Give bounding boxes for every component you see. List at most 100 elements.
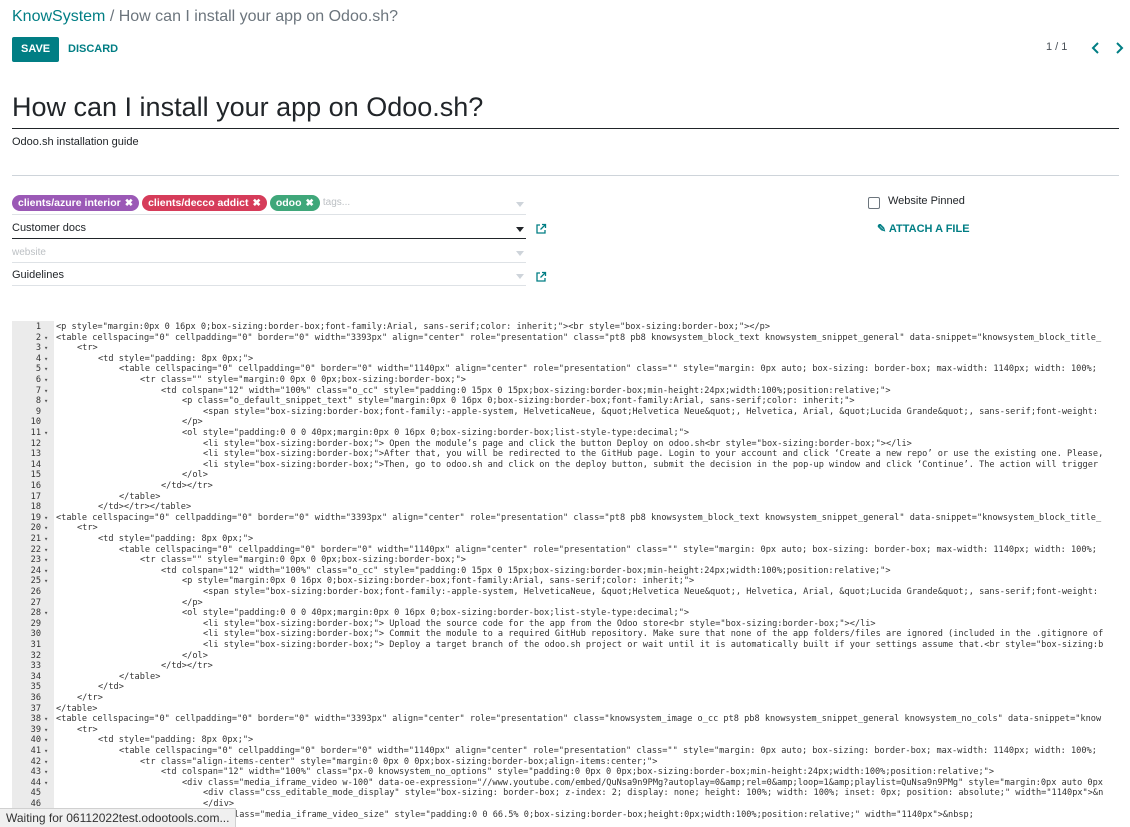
- fold-toggle-icon[interactable]: ▾: [44, 386, 48, 397]
- code-line[interactable]: 43 ▾ <td colspan="12" width="100%" class="…: [12, 767, 1119, 778]
- code-line[interactable]: 37 </table>: [12, 704, 1119, 715]
- code-line[interactable]: 44 ▾ <div class="media_iframe_video w-100"…: [12, 778, 1119, 789]
- code-line[interactable]: 17 </table>: [12, 492, 1119, 503]
- fold-toggle-icon[interactable]: ▾: [44, 725, 48, 736]
- code-line[interactable]: 22 ▾ <table cellspacing="0" cellpadding="0…: [12, 545, 1119, 556]
- code-line[interactable]: 20 ▾ <tr>: [12, 523, 1119, 534]
- attach-file-button[interactable]: ✎ ATTACH A FILE: [877, 222, 970, 235]
- code-line[interactable]: 41 ▾ <table cellspacing="0" cellpadding="0…: [12, 746, 1119, 757]
- line-number: 23: [30, 555, 41, 566]
- code-line[interactable]: 29 <li style="box-sizing:border-box;"> Up…: [12, 619, 1119, 630]
- code-editor[interactable]: 1 <p style="margin:0px 0 16px 0;box-sizin…: [12, 321, 1119, 827]
- chevron-down-icon[interactable]: [516, 202, 524, 207]
- code-line[interactable]: 16 </td></tr>: [12, 481, 1119, 492]
- fold-toggle-icon[interactable]: ▾: [44, 354, 48, 365]
- breadcrumb-root-link[interactable]: KnowSystem: [12, 8, 105, 25]
- fold-toggle-icon[interactable]: ▾: [44, 778, 48, 789]
- discard-button[interactable]: DISCARD: [68, 37, 118, 62]
- tags-input[interactable]: tags...: [323, 197, 350, 208]
- code-line[interactable]: 31 <li style="box-sizing:border-box;"> De…: [12, 640, 1119, 651]
- category-field[interactable]: Guidelines: [12, 267, 526, 286]
- fold-toggle-icon[interactable]: ▾: [44, 555, 48, 566]
- pager-next-button[interactable]: [1112, 38, 1126, 58]
- code-line[interactable]: 34 </table>: [12, 672, 1119, 683]
- code-line[interactable]: 8 ▾ <p class="o_default_snippet_text" styl…: [12, 396, 1119, 407]
- fold-toggle-icon[interactable]: ▾: [44, 566, 48, 577]
- code-line[interactable]: 10 </p>: [12, 417, 1119, 428]
- fold-toggle-icon[interactable]: ▾: [44, 576, 48, 587]
- code-line[interactable]: 1 <p style="margin:0px 0 16px 0;box-sizin…: [12, 322, 1119, 333]
- fold-toggle-icon[interactable]: ▾: [44, 608, 48, 619]
- code-line[interactable]: 45 <div class="css_editable_mode_display"…: [12, 788, 1119, 799]
- tags-field[interactable]: clients/azure interior ✖ clients/decco add…: [12, 194, 526, 215]
- code-line[interactable]: 14 <li style="box-sizing:border-box;">The…: [12, 460, 1119, 471]
- website-pinned-checkbox[interactable]: [868, 197, 880, 209]
- fold-toggle-icon[interactable]: ▾: [44, 746, 48, 757]
- code-line[interactable]: 24 ▾ <td colspan="12" width="100%" class="…: [12, 566, 1119, 577]
- code-text: </table>: [119, 671, 161, 682]
- code-line[interactable]: 13 <li style="box-sizing:border-box;">Aft…: [12, 449, 1119, 460]
- article-description[interactable]: Odoo.sh installation guide: [12, 136, 139, 148]
- status-bar: Waiting for 06112022test.odootools.com..…: [0, 808, 237, 827]
- fold-toggle-icon[interactable]: ▾: [44, 364, 48, 375]
- code-line[interactable]: 42 ▾ <tr class="align-items-center" style=…: [12, 757, 1119, 768]
- code-line[interactable]: 28 ▾ <ol style="padding:0 0 0 40px;margin:…: [12, 608, 1119, 619]
- code-line[interactable]: 38 ▾ <table cellspacing="0" cellpadding="0…: [12, 714, 1119, 725]
- code-line[interactable]: 27 </p>: [12, 598, 1119, 609]
- code-text: </tr>: [77, 693, 103, 703]
- article-title-input[interactable]: How can I install your app on Odoo.sh?: [12, 92, 1119, 129]
- code-line[interactable]: 7 ▾ <td colspan="12" width="100%" class="o…: [12, 386, 1119, 397]
- remove-tag-icon[interactable]: ✖: [252, 198, 260, 209]
- code-line[interactable]: 5 ▾ <table cellspacing="0" cellpadding="0"…: [12, 364, 1119, 375]
- fold-toggle-icon[interactable]: ▾: [44, 523, 48, 534]
- code-line[interactable]: 32 </ol>: [12, 651, 1119, 662]
- code-line[interactable]: 21 ▾ <td style="padding: 8px 0px;">: [12, 534, 1119, 545]
- fold-toggle-icon[interactable]: ▾: [44, 767, 48, 778]
- fold-toggle-icon[interactable]: ▾: [44, 534, 48, 545]
- fold-toggle-icon[interactable]: ▾: [44, 735, 48, 746]
- code-line[interactable]: 26 <span style="box-sizing:border-box;fon…: [12, 587, 1119, 598]
- code-line[interactable]: 39 ▾ <tr>: [12, 725, 1119, 736]
- code-line[interactable]: 4 ▾ <td style="padding: 8px 0px;">: [12, 354, 1119, 365]
- code-text: <td style="padding: 8px 0px;">: [98, 353, 254, 364]
- code-line[interactable]: 15 </ol>: [12, 470, 1119, 481]
- code-line[interactable]: 18 </td></tr></table>: [12, 502, 1119, 513]
- code-line[interactable]: 19 ▾ <table cellspacing="0" cellpadding="0…: [12, 513, 1119, 524]
- fold-toggle-icon[interactable]: ▾: [44, 545, 48, 556]
- code-line[interactable]: 40 ▾ <td style="padding: 8px 0px;">: [12, 735, 1119, 746]
- fold-toggle-icon[interactable]: ▾: [44, 396, 48, 407]
- code-line[interactable]: 25 ▾ <p style="margin:0px 0 16px 0;box-siz…: [12, 576, 1119, 587]
- pager-previous-button[interactable]: [1089, 38, 1103, 58]
- external-link-icon[interactable]: [535, 222, 547, 234]
- line-number: 5: [35, 364, 41, 375]
- section-field[interactable]: Customer docs: [12, 220, 526, 239]
- code-line[interactable]: 11 ▾ <ol style="padding:0 0 0 40px;margin:…: [12, 428, 1119, 439]
- code-line[interactable]: 36 </tr>: [12, 693, 1119, 704]
- code-line[interactable]: 12 <li style="box-sizing:border-box;"> Op…: [12, 439, 1119, 450]
- code-line[interactable]: 2 ▾ <table cellspacing="0" cellpadding="0"…: [12, 333, 1119, 344]
- code-text: <li style="box-sizing:border-box;"> Depl…: [203, 640, 1104, 650]
- chevron-down-icon[interactable]: [516, 227, 524, 232]
- code-line[interactable]: 35 </td>: [12, 682, 1119, 693]
- chevron-down-icon[interactable]: [516, 251, 524, 256]
- code-line[interactable]: 23 ▾ <tr class="" style="margin:0 0px 0 0p…: [12, 555, 1119, 566]
- code-line[interactable]: 3 ▾ <tr>: [12, 343, 1119, 354]
- fold-toggle-icon[interactable]: ▾: [44, 375, 48, 386]
- fold-toggle-icon[interactable]: ▾: [44, 757, 48, 768]
- fold-toggle-icon[interactable]: ▾: [44, 714, 48, 725]
- save-button[interactable]: SAVE: [12, 37, 60, 62]
- code-line[interactable]: 33 </td></tr>: [12, 661, 1119, 672]
- website-field[interactable]: website: [12, 244, 526, 263]
- fold-toggle-icon[interactable]: ▾: [44, 513, 48, 524]
- remove-tag-icon[interactable]: ✖: [125, 198, 133, 209]
- remove-tag-icon[interactable]: ✖: [306, 198, 314, 209]
- code-line[interactable]: 6 ▾ <tr class="" style="margin:0 0px 0 0px…: [12, 375, 1119, 386]
- code-line[interactable]: 9 <span style="box-sizing:border-box;font…: [12, 407, 1119, 418]
- chevron-down-icon[interactable]: [516, 274, 524, 279]
- external-link-icon[interactable]: [535, 270, 547, 282]
- fold-toggle-icon[interactable]: ▾: [44, 343, 48, 354]
- pager-value[interactable]: 1 / 1: [1046, 41, 1067, 53]
- fold-toggle-icon[interactable]: ▾: [44, 333, 48, 344]
- fold-toggle-icon[interactable]: ▾: [44, 428, 48, 439]
- code-line[interactable]: 30 <li style="box-sizing:border-box;"> Co…: [12, 629, 1119, 640]
